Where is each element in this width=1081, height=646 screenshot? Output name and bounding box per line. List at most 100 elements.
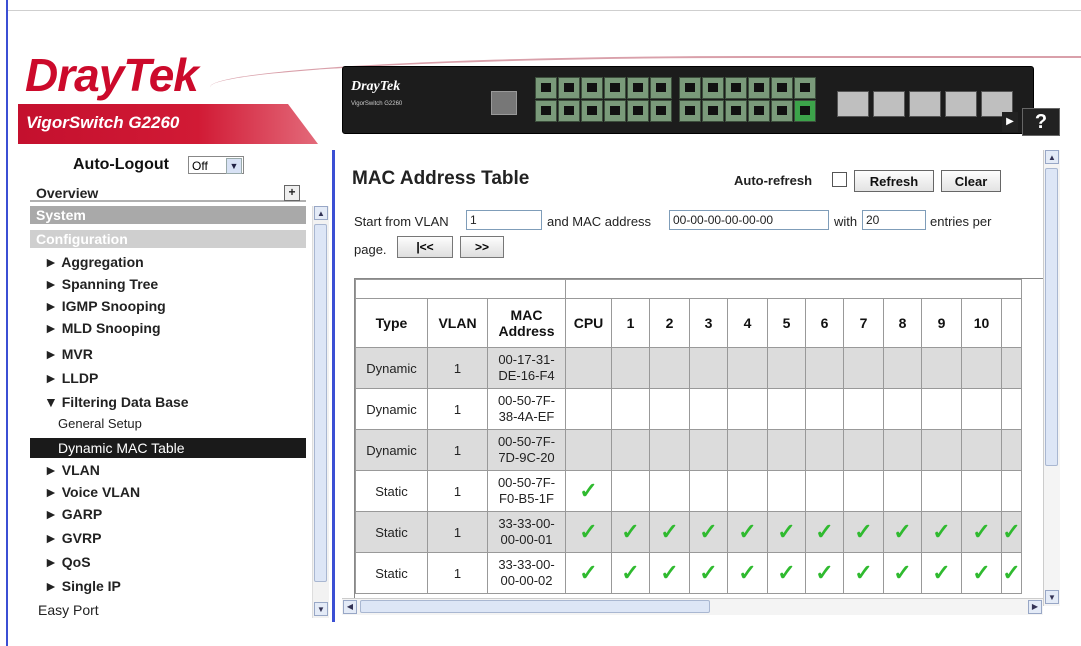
mac-part: 00-17-31- bbox=[498, 352, 555, 367]
cell-mac-address: 00-50-7F- F0-B5-1F bbox=[487, 470, 566, 512]
main-horizontal-scrollbar[interactable]: ◀ ▶ bbox=[342, 598, 1043, 615]
column-header-port-7: 7 bbox=[843, 298, 884, 348]
nav-item-igmp-snooping[interactable]: ► IGMP Snooping bbox=[44, 298, 166, 314]
cell-port-3 bbox=[689, 470, 728, 512]
autologout-select[interactable]: Off ▼ bbox=[188, 156, 244, 174]
console-port bbox=[491, 91, 517, 115]
nav-item-single-ip[interactable]: ► Single IP bbox=[44, 578, 121, 594]
mac-part: 00-00-01 bbox=[500, 532, 553, 547]
sidebar-scroll-thumb[interactable] bbox=[314, 224, 327, 582]
column-header-port-4: 4 bbox=[727, 298, 768, 348]
cell-port-10 bbox=[961, 347, 1002, 389]
device-logo: DrayTek bbox=[351, 79, 401, 94]
nav-item-voice-vlan[interactable]: ► Voice VLAN bbox=[44, 484, 140, 500]
cell-port-5: ✓ bbox=[767, 511, 806, 553]
entries-per-label: entries per bbox=[930, 214, 992, 229]
nav-item-garp[interactable]: ► GARP bbox=[44, 506, 102, 522]
scroll-up-icon[interactable]: ▲ bbox=[314, 206, 328, 220]
cell-overflow: ✓ bbox=[1001, 552, 1022, 594]
clear-button[interactable]: Clear bbox=[941, 170, 1001, 192]
scroll-left-icon[interactable]: ◀ bbox=[343, 600, 357, 614]
play-arrow-icon[interactable]: ▶ bbox=[1002, 112, 1018, 132]
nav-item-filtering-data-base[interactable]: ▼ Filtering Data Base bbox=[44, 394, 189, 410]
column-header-port-5: 5 bbox=[767, 298, 806, 348]
entries-input[interactable]: 20 bbox=[862, 210, 926, 230]
nav-item-lldp[interactable]: ► LLDP bbox=[44, 370, 98, 386]
check-icon: ✓ bbox=[777, 560, 796, 585]
nav-item-aggregation[interactable]: ► Aggregation bbox=[44, 254, 144, 270]
cell-port-cpu bbox=[565, 347, 612, 389]
main-horizontal-scroll-thumb[interactable] bbox=[360, 600, 710, 613]
sidebar-scrollbar[interactable]: ▲ ▼ bbox=[312, 206, 329, 618]
mac-address-label: and MAC address bbox=[547, 214, 652, 229]
scroll-right-icon[interactable]: ▶ bbox=[1028, 600, 1042, 614]
column-header-overflow bbox=[1001, 298, 1022, 348]
check-icon: ✓ bbox=[854, 519, 873, 544]
check-icon: ✓ bbox=[1002, 560, 1021, 585]
nav-sub-general-setup[interactable]: General Setup bbox=[58, 416, 142, 431]
mac-part: DE-16-F4 bbox=[498, 368, 555, 383]
column-header-port-9: 9 bbox=[921, 298, 962, 348]
nav-item-gvrp[interactable]: ► GVRP bbox=[44, 530, 101, 546]
mac-part: 00-50-7F- bbox=[497, 434, 556, 449]
column-header-port-3: 3 bbox=[689, 298, 728, 348]
column-header-type: Type bbox=[355, 298, 428, 348]
cell-type: Dynamic bbox=[355, 347, 428, 389]
main-vertical-scroll-thumb[interactable] bbox=[1045, 168, 1058, 466]
autorefresh-checkbox[interactable] bbox=[832, 172, 847, 187]
scroll-down-icon[interactable]: ▼ bbox=[314, 602, 328, 616]
main-vertical-scrollbar[interactable]: ▲ ▼ bbox=[1043, 150, 1060, 606]
check-icon: ✓ bbox=[777, 519, 796, 544]
scroll-down-icon[interactable]: ▼ bbox=[1045, 590, 1059, 604]
cell-port-4 bbox=[727, 388, 768, 430]
cell-port-6: ✓ bbox=[805, 552, 844, 594]
nav-item-easy-port[interactable]: Easy Port bbox=[38, 602, 99, 618]
refresh-button[interactable]: Refresh bbox=[854, 170, 934, 192]
nav-item-mvr[interactable]: ► MVR bbox=[44, 346, 93, 362]
nav-overview[interactable]: Overview + bbox=[30, 184, 306, 202]
cell-type: Dynamic bbox=[355, 388, 428, 430]
cell-port-4: ✓ bbox=[727, 511, 768, 553]
check-icon: ✓ bbox=[1002, 519, 1021, 544]
check-icon: ✓ bbox=[972, 560, 991, 585]
first-page-button[interactable]: |<< bbox=[397, 236, 453, 258]
check-icon: ✓ bbox=[854, 560, 873, 585]
column-header-port-1: 1 bbox=[611, 298, 650, 348]
check-icon: ✓ bbox=[893, 560, 912, 585]
cell-port-cpu: ✓ bbox=[565, 470, 612, 512]
help-button[interactable]: ? bbox=[1022, 108, 1060, 136]
check-icon: ✓ bbox=[699, 519, 718, 544]
top-divider bbox=[8, 10, 1081, 11]
sfp-port bbox=[837, 91, 869, 117]
mac-address-input[interactable]: 00-00-00-00-00-00 bbox=[669, 210, 829, 230]
cell-port-6 bbox=[805, 470, 844, 512]
check-icon: ✓ bbox=[738, 519, 757, 544]
nav-system[interactable]: System bbox=[30, 206, 306, 224]
cell-type: Static bbox=[355, 552, 428, 594]
cell-port-cpu bbox=[565, 388, 612, 430]
table-body: Dynamic 1 00-17-31- DE-16-F4 Dynamic 1 00-50-7… bbox=[355, 347, 1022, 594]
port-group-1 bbox=[535, 77, 672, 123]
column-header-port-10: 10 bbox=[961, 298, 1002, 348]
nav-item-qos[interactable]: ► QoS bbox=[44, 554, 91, 570]
nav-item-vlan[interactable]: ► VLAN bbox=[44, 462, 100, 478]
start-vlan-input[interactable]: 1 bbox=[466, 210, 542, 230]
nav-sub-dynamic-mac-table[interactable]: Dynamic MAC Table bbox=[30, 438, 306, 458]
next-page-button[interactable]: >> bbox=[460, 236, 504, 258]
device-subtitle: VigorSwitch G2260 bbox=[351, 101, 403, 107]
cell-port-7 bbox=[843, 429, 884, 471]
cell-port-3 bbox=[689, 429, 728, 471]
nav-configuration[interactable]: Configuration bbox=[30, 230, 306, 248]
nav-item-mld-snooping[interactable]: ► MLD Snooping bbox=[44, 320, 161, 336]
start-vlan-label: Start from VLAN bbox=[354, 214, 449, 229]
cell-port-10 bbox=[961, 429, 1002, 471]
scroll-up-icon[interactable]: ▲ bbox=[1045, 150, 1059, 164]
cell-port-9: ✓ bbox=[921, 552, 962, 594]
cell-port-1: ✓ bbox=[611, 511, 650, 553]
cell-port-5 bbox=[767, 470, 806, 512]
expand-plus-icon[interactable]: + bbox=[284, 185, 300, 201]
nav-item-spanning-tree[interactable]: ► Spanning Tree bbox=[44, 276, 158, 292]
check-icon: ✓ bbox=[738, 560, 757, 585]
sfp-port bbox=[909, 91, 941, 117]
cell-port-9 bbox=[921, 429, 962, 471]
